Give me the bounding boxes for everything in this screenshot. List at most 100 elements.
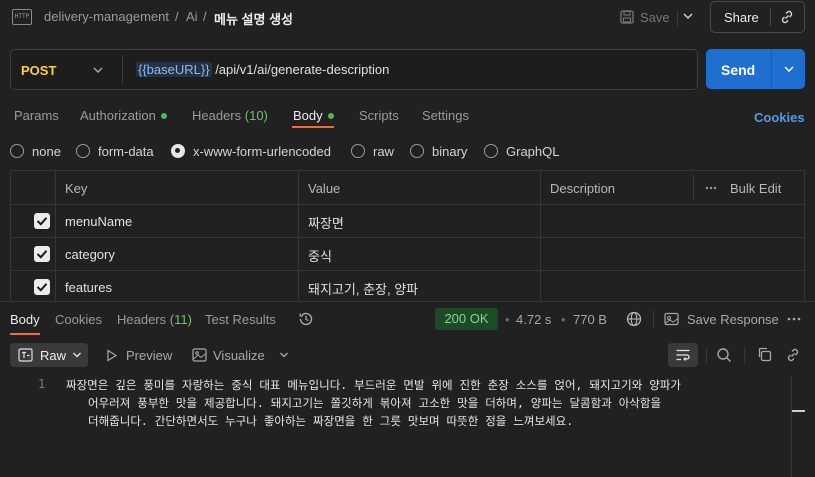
param-value[interactable]: 중식 <box>308 246 332 265</box>
tab-authorization[interactable]: Authorization <box>80 108 167 123</box>
param-key[interactable]: features <box>65 280 112 295</box>
chevron-down-icon[interactable] <box>279 351 289 359</box>
http-request-icon: HTTP <box>12 9 32 25</box>
radio-graphql[interactable] <box>484 144 498 158</box>
chevron-down-icon[interactable] <box>783 64 795 74</box>
tab-scripts[interactable]: Scripts <box>359 108 399 123</box>
separator-dot: • <box>561 312 566 327</box>
tab-settings[interactable]: Settings <box>422 108 469 123</box>
table-row-divider <box>10 237 805 238</box>
table-row-divider <box>10 270 805 271</box>
headers-count: (10) <box>244 108 268 123</box>
radio-label-none[interactable]: none <box>32 144 61 159</box>
wrap-lines-icon <box>676 349 690 361</box>
radio-raw[interactable] <box>351 144 365 158</box>
row-checkbox[interactable] <box>34 213 50 229</box>
table-col-divider <box>298 170 299 302</box>
raw-label: Raw <box>40 348 67 363</box>
radio-x-www-form-urlencoded[interactable] <box>171 144 185 158</box>
param-key[interactable]: category <box>65 247 115 262</box>
radio-none[interactable] <box>10 144 24 158</box>
radio-label-raw[interactable]: raw <box>373 144 394 159</box>
top-bar: HTTP delivery-management / Ai / 메뉴 설명 생성… <box>0 0 815 34</box>
radio-label-graphql[interactable]: GraphQL <box>506 144 559 159</box>
active-tab-underline <box>10 333 40 335</box>
table-row-divider <box>10 204 805 205</box>
headers-count: (11) <box>169 312 192 327</box>
response-tab-headers[interactable]: Headers (11) <box>117 312 192 327</box>
chevron-down-icon <box>73 352 81 358</box>
save-button[interactable]: Save <box>620 7 670 27</box>
copy-icon[interactable] <box>757 347 772 362</box>
divider <box>770 8 771 26</box>
response-tab-test-results[interactable]: Test Results <box>205 312 276 327</box>
play-icon <box>107 349 118 362</box>
response-time[interactable]: 4.72 s <box>516 312 551 327</box>
preview-button[interactable]: Preview <box>126 348 172 363</box>
breadcrumb-collection[interactable]: delivery-management <box>44 9 169 24</box>
radio-label-x-www-form-urlencoded[interactable]: x-www-form-urlencoded <box>193 144 331 159</box>
divider <box>744 347 745 363</box>
chevron-down-icon[interactable] <box>92 65 104 75</box>
column-header-value: Value <box>308 181 341 196</box>
more-horizontal-icon <box>705 186 717 190</box>
send-label: Send <box>721 62 756 78</box>
url-input[interactable]: {{baseURL}} /api/v1/ai/generate-descript… <box>136 62 389 77</box>
column-header-description: Description <box>550 181 616 196</box>
breadcrumb-separator: / <box>175 9 179 24</box>
radio-label-binary[interactable]: binary <box>432 144 467 159</box>
url-path: /api/v1/ai/generate-description <box>211 62 390 77</box>
response-divider[interactable] <box>0 301 815 302</box>
response-tab-cookies[interactable]: Cookies <box>55 312 102 327</box>
search-icon[interactable] <box>716 347 732 363</box>
row-checkbox[interactable] <box>34 279 50 295</box>
tab-label: Body <box>293 108 323 123</box>
check-icon <box>36 217 48 226</box>
request-title[interactable]: 메뉴 설명 생성 <box>214 9 293 28</box>
scrollbar-track <box>791 376 792 477</box>
save-response-icon <box>664 312 679 326</box>
history-icon[interactable] <box>298 311 314 327</box>
param-value[interactable]: 돼지고기, 춘장, 양파 <box>308 279 418 298</box>
more-horizontal-icon[interactable] <box>787 317 801 321</box>
tab-params[interactable]: Params <box>14 108 59 123</box>
line-number: 1 <box>38 377 46 391</box>
cookies-link[interactable]: Cookies <box>754 110 805 125</box>
scrollbar[interactable] <box>791 376 805 477</box>
tab-label: Headers <box>192 108 242 123</box>
breadcrumb-separator: / <box>203 9 207 24</box>
link-icon[interactable] <box>779 9 795 25</box>
response-size[interactable]: 770 B <box>573 312 607 327</box>
tab-headers[interactable]: Headers (10) <box>192 108 268 123</box>
param-key[interactable]: menuName <box>65 214 132 229</box>
table-col-divider <box>540 170 541 302</box>
breadcrumb-folder[interactable]: Ai <box>186 9 198 24</box>
link-icon[interactable] <box>785 347 801 363</box>
separator-dot: • <box>505 312 510 327</box>
check-icon <box>36 283 48 292</box>
radio-form-data[interactable] <box>76 144 90 158</box>
tab-body[interactable]: Body <box>293 108 334 123</box>
save-icon <box>620 10 634 24</box>
globe-icon[interactable] <box>626 311 642 327</box>
response-body-text[interactable]: 짜장면은 깊은 풍미를 자랑하는 중식 대표 메뉴입니다. 부드러운 면발 위에… <box>66 376 721 430</box>
visualize-button[interactable]: Visualize <box>213 348 265 363</box>
row-checkbox[interactable] <box>34 246 50 262</box>
method-select[interactable]: POST <box>21 63 56 78</box>
table-col-divider <box>693 174 694 200</box>
image-icon <box>192 348 207 362</box>
save-response-button[interactable]: Save Response <box>687 312 779 327</box>
share-label: Share <box>724 10 759 25</box>
radio-label-form-data[interactable]: form-data <box>98 144 154 159</box>
save-label: Save <box>640 9 670 25</box>
radio-binary[interactable] <box>410 144 424 158</box>
active-tab-underline <box>292 126 334 128</box>
chevron-down-icon[interactable] <box>682 10 694 22</box>
response-tab-body[interactable]: Body <box>10 312 40 327</box>
divider <box>677 10 678 26</box>
divider <box>122 55 123 84</box>
table-col-divider <box>55 170 56 302</box>
param-value[interactable]: 짜장면 <box>308 213 344 232</box>
bulk-edit-button[interactable]: Bulk Edit <box>730 181 781 196</box>
tab-label: Authorization <box>80 108 156 123</box>
